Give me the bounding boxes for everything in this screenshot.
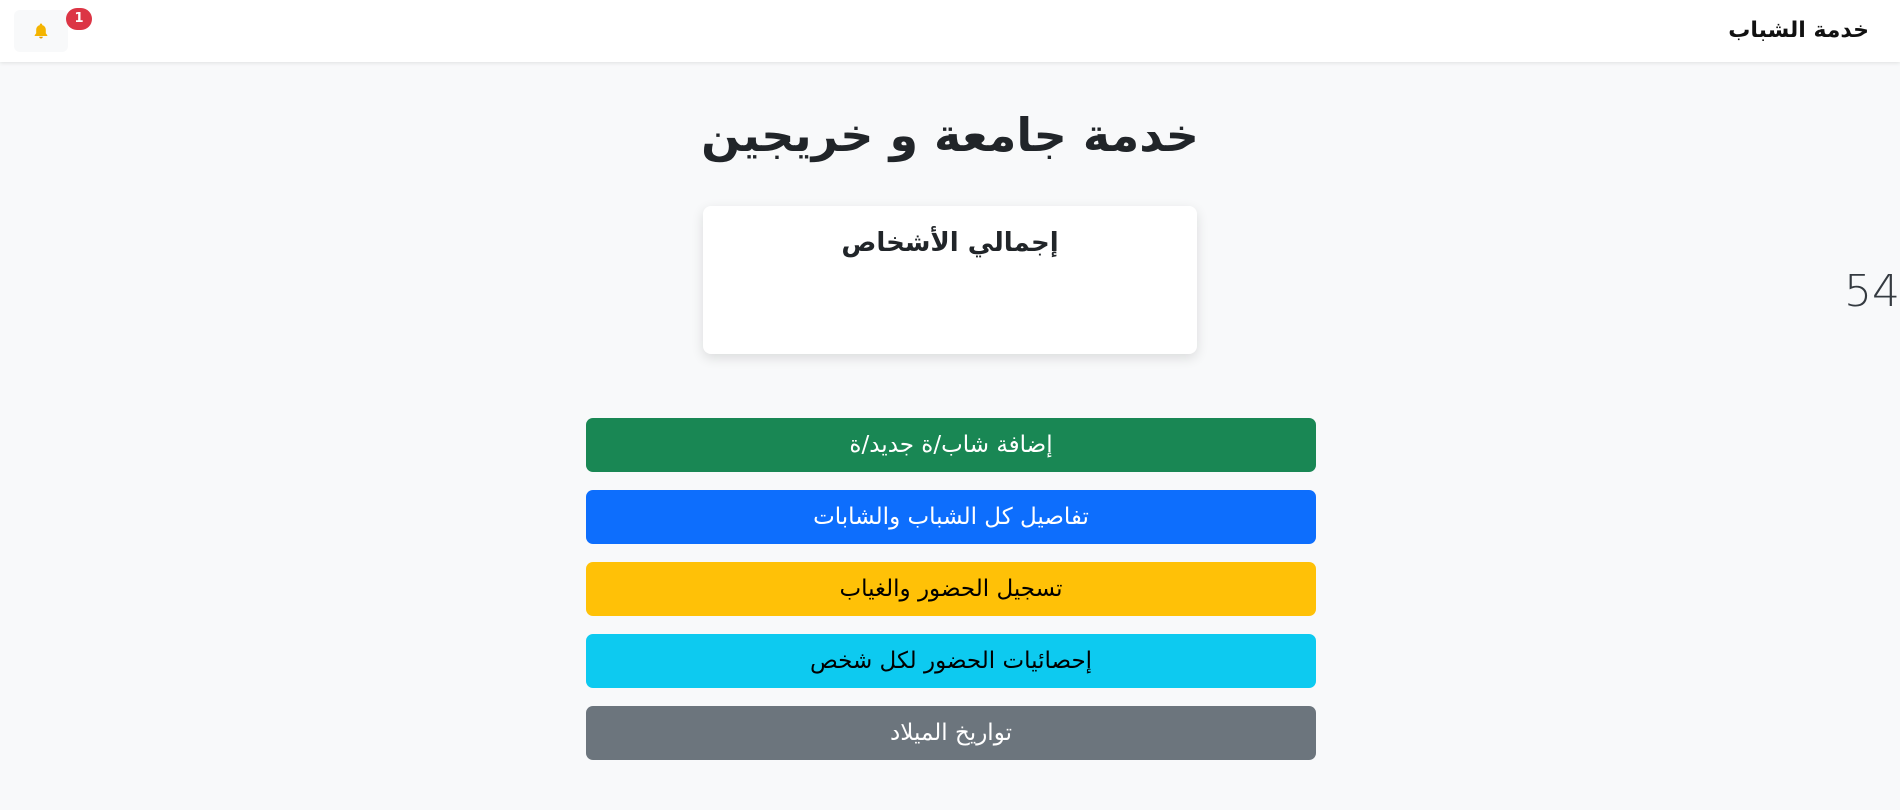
attendance-stats-button[interactable]: إحصائيات الحضور لكل شخص [586, 634, 1316, 688]
notifications-button[interactable]: 1 [14, 8, 92, 52]
record-attendance-button[interactable]: تسجيل الحضور والغياب [586, 562, 1316, 616]
page-title: خدمة جامعة و خريجين [701, 108, 1199, 162]
action-buttons: إضافة شاب/ة جديد/ة تفاصيل كل الشباب والش… [586, 418, 1316, 778]
navbar: خدمة الشباب 1 [0, 0, 1900, 62]
birthdays-button[interactable]: تواريخ الميلاد [586, 706, 1316, 760]
add-person-button[interactable]: إضافة شاب/ة جديد/ة [586, 418, 1316, 472]
all-people-details-button[interactable]: تفاصيل كل الشباب والشابات [586, 490, 1316, 544]
total-people-label: إجمالي الأشخاص [841, 228, 1059, 258]
navbar-brand[interactable]: خدمة الشباب [1728, 0, 1869, 62]
bell-icon [34, 23, 48, 39]
total-people-value: 54 [1844, 266, 1900, 317]
notification-count-badge: 1 [66, 8, 92, 30]
